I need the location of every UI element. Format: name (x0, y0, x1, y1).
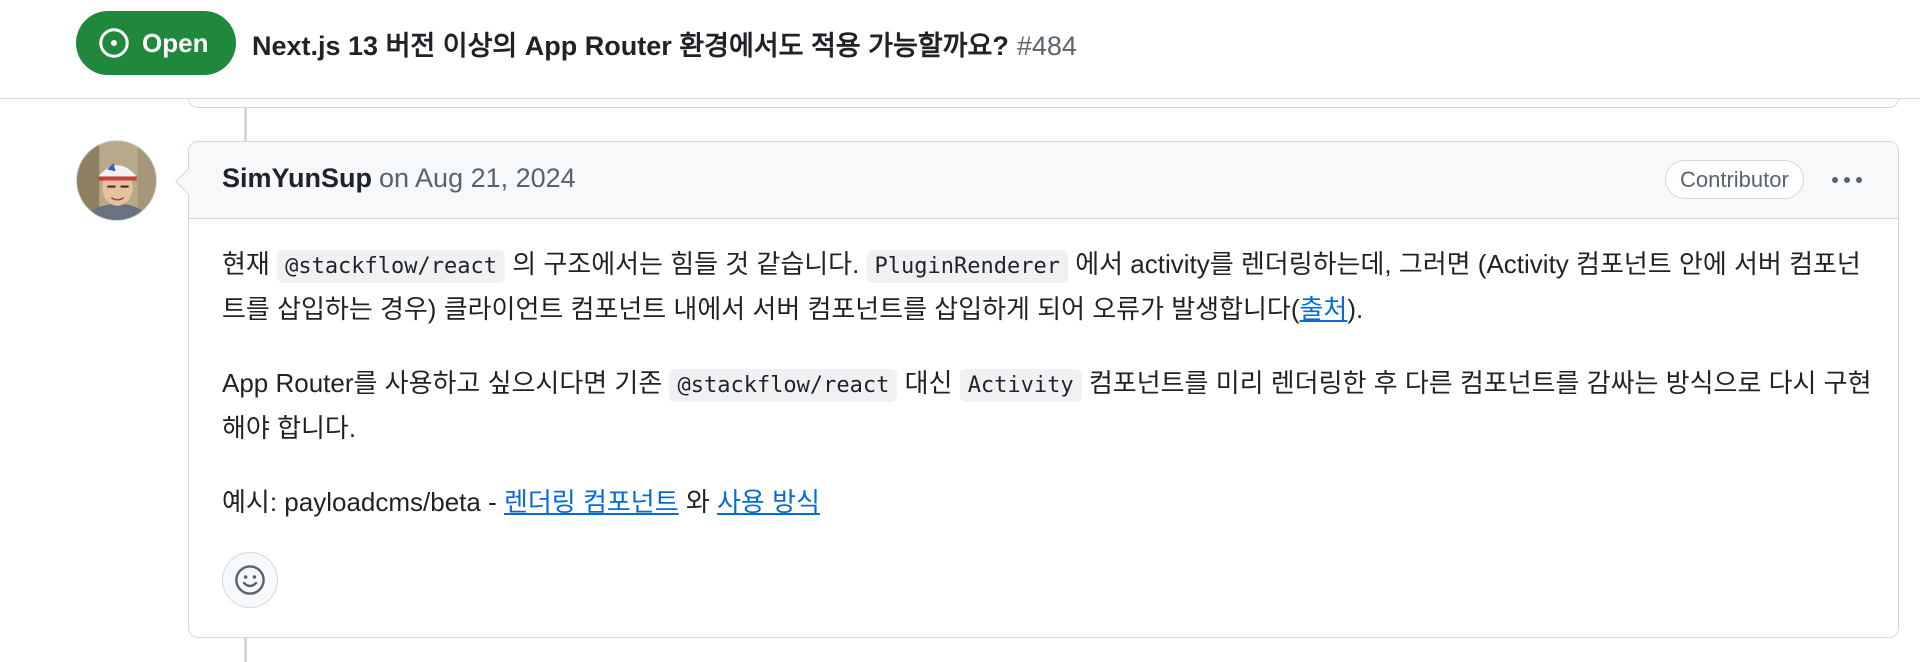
comment-author[interactable]: SimYunSup (222, 163, 372, 194)
comment-box: SimYunSup on Aug 21, 2024 Contributor 현재… (188, 141, 1899, 638)
issue-number: #484 (1016, 31, 1077, 61)
issue-title-text: Next.js 13 버전 이상의 App Router 환경에서도 적용 가능… (252, 31, 1009, 61)
comment-body: 현재 @stackflow/react 의 구조에서는 힘들 것 같습니다. P… (222, 243, 1872, 523)
issue-state-badge: Open (76, 11, 236, 75)
avatar[interactable] (76, 140, 157, 221)
source-link[interactable]: 출처 (1300, 294, 1348, 324)
issue-state-label: Open (142, 27, 209, 58)
contributor-badge: Contributor (1665, 160, 1804, 199)
kebab-horizontal-icon[interactable] (1823, 162, 1871, 198)
issue-opened-icon (99, 28, 129, 58)
add-reaction-button[interactable] (222, 552, 278, 608)
sticky-issue-header: Open Next.js 13 버전 이상의 App Router 환경에서도 … (0, 0, 1920, 99)
text-segment: ). (1347, 294, 1364, 324)
comment-header: SimYunSup on Aug 21, 2024 Contributor (189, 142, 1898, 219)
usage-link[interactable]: 사용 방식 (717, 487, 820, 517)
text-segment: App Router를 사용하고 싶으시다면 기존 (222, 368, 670, 398)
inline-code: Activity (959, 369, 1082, 402)
render-component-link[interactable]: 렌더링 컴포넌트 (504, 487, 679, 517)
comment-paragraph: 예시: payloadcms/beta - 렌더링 컴포넌트 와 사용 방식 (222, 481, 1872, 523)
text-segment: 현재 (222, 249, 278, 279)
inline-code: @stackflow/react (669, 369, 898, 402)
comment-timestamp[interactable]: on Aug 21, 2024 (379, 163, 576, 194)
comment-paragraph: 현재 @stackflow/react 의 구조에서는 힘들 것 같습니다. P… (222, 243, 1872, 330)
text-segment: 예시: payloadcms/beta - (222, 487, 504, 517)
text-segment: 대신 (897, 368, 960, 398)
inline-code: @stackflow/react (277, 250, 505, 283)
comment-paragraph: App Router를 사용하고 싶으시다면 기존 @stackflow/rea… (222, 362, 1872, 449)
inline-code: PluginRenderer (866, 250, 1068, 283)
text-segment: 의 구조에서는 힘들 것 같습니다. (505, 249, 867, 279)
smiley-icon (235, 565, 265, 595)
issue-title: Next.js 13 버전 이상의 App Router 환경에서도 적용 가능… (252, 24, 1077, 63)
text-segment: 와 (678, 487, 718, 517)
